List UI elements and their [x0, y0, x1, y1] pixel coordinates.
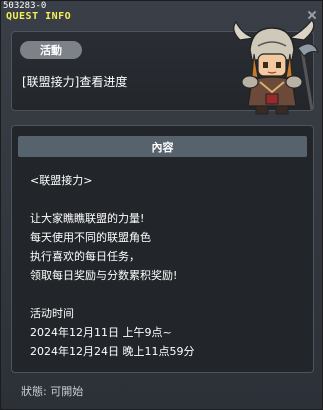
- quest-description: <联盟接力> 让大家瞧瞧联盟的力量! 每天使用不同的联盟角色 执行喜欢的每日任务…: [30, 171, 300, 361]
- content-section-header: 內容: [18, 136, 307, 157]
- description-line: 领取每日奖励与分数累积奖励!: [30, 269, 178, 282]
- event-start-time: 2024年12月11日 上午9点~: [30, 326, 172, 339]
- quest-content-panel: 內容 <联盟接力> 让大家瞧瞧联盟的力量! 每天使用不同的联盟角色 执行喜欢的每…: [11, 125, 314, 373]
- event-badge: 活動: [20, 41, 82, 59]
- event-end-time: 2024年12月24日 晚上11点59分: [30, 345, 195, 358]
- window-title: QUEST INFO: [6, 11, 72, 22]
- quest-title: [联盟接力]查看进度: [22, 75, 128, 89]
- character-portrait-icon: [233, 20, 319, 115]
- quest-info-window: 503283-0 QUEST INFO 活動 [联盟接力]查看进度 內容 <联盟…: [0, 0, 323, 410]
- event-period-label: 活动时间: [30, 307, 74, 320]
- quest-status: 狀態: 可開始: [21, 385, 84, 398]
- description-line: 让大家瞧瞧联盟的力量!: [30, 212, 145, 225]
- quest-id: 503283-0: [3, 1, 47, 11]
- description-line: <联盟接力>: [30, 174, 93, 187]
- description-line: 每天使用不同的联盟角色: [30, 231, 151, 244]
- quest-header-panel: 活動 [联盟接力]查看进度: [11, 20, 319, 115]
- description-line: 执行喜欢的每日任务，: [30, 250, 140, 263]
